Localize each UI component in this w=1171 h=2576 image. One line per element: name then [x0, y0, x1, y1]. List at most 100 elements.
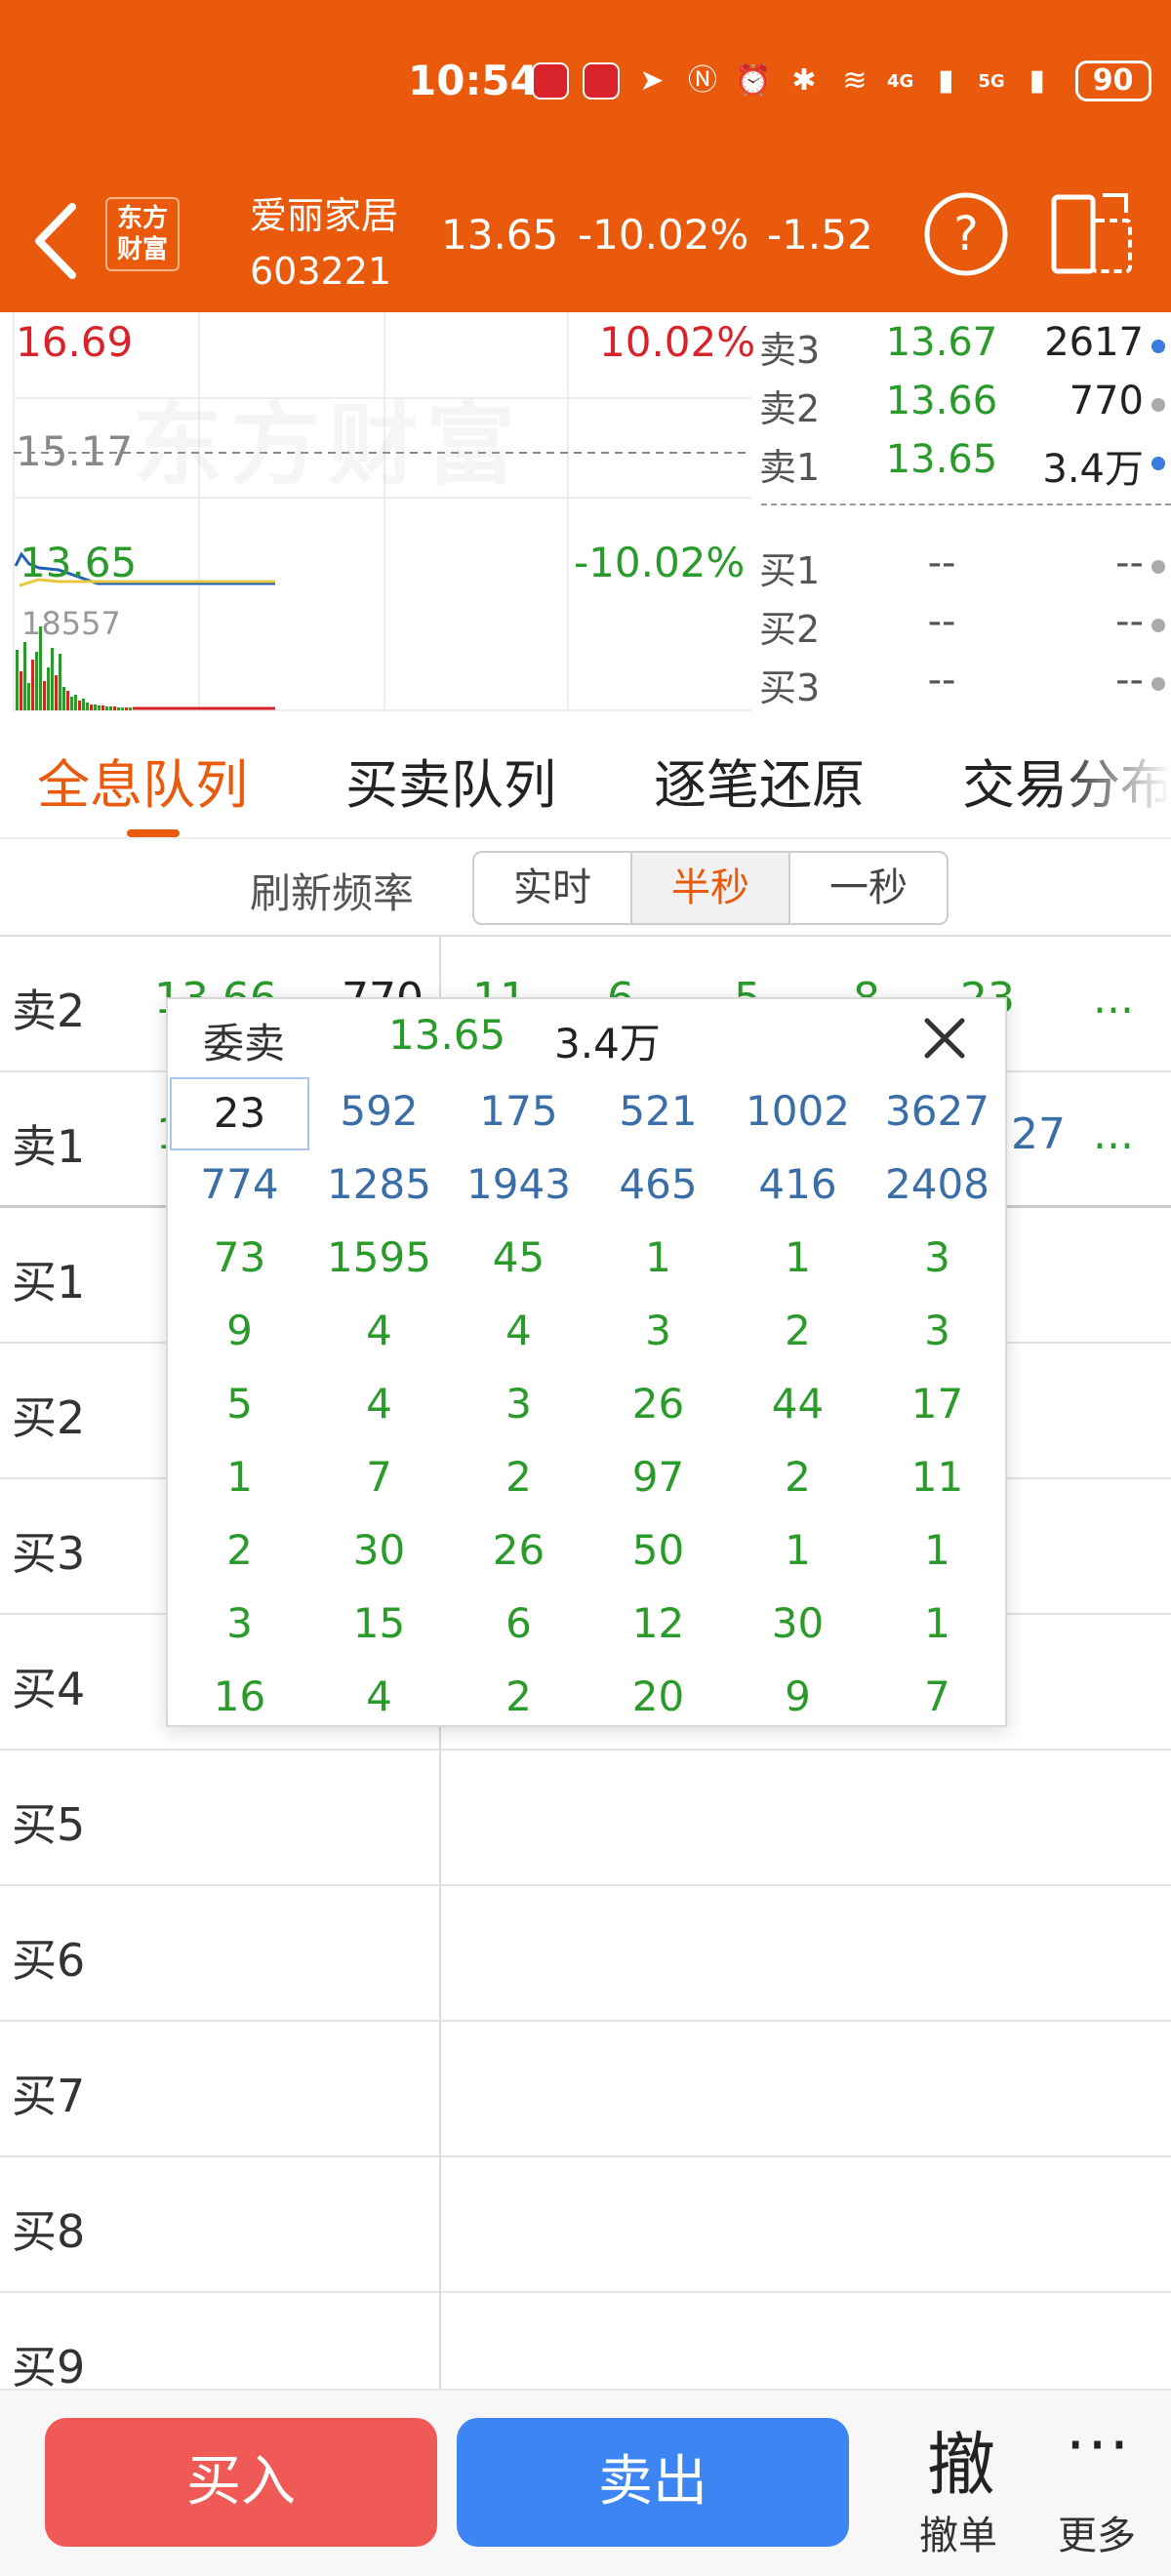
- order-size-cell[interactable]: 26: [588, 1370, 728, 1443]
- order-size-cell[interactable]: 5: [170, 1370, 309, 1443]
- signal-5g-icon: 5G: [978, 70, 1005, 92]
- order-size-cell[interactable]: 30: [309, 1516, 449, 1590]
- order-size-cell[interactable]: 45: [449, 1224, 588, 1297]
- order-size-cell[interactable]: 1002: [728, 1077, 868, 1150]
- order-size-cell[interactable]: 20: [588, 1663, 728, 1736]
- order-size-cell[interactable]: 15: [309, 1590, 449, 1663]
- order-size-cell[interactable]: 1595: [309, 1224, 449, 1297]
- back-arrow-icon[interactable]: [23, 197, 92, 285]
- order-size-cell[interactable]: 1943: [449, 1150, 588, 1224]
- refresh-option-half-second[interactable]: 半秒: [632, 853, 790, 923]
- level-dot-icon: [1151, 457, 1165, 470]
- order-size-cell[interactable]: 4: [449, 1297, 588, 1370]
- send-icon: ➤: [639, 63, 665, 98]
- order-size-cell[interactable]: 2408: [868, 1150, 1007, 1224]
- order-size-cell[interactable]: 1: [868, 1516, 1007, 1590]
- order-size-cell[interactable]: 50: [588, 1516, 728, 1590]
- order-size-cell[interactable]: 30: [728, 1590, 868, 1663]
- queue-more[interactable]: ...: [1093, 974, 1134, 1024]
- order-size-cell[interactable]: 521: [588, 1077, 728, 1150]
- order-size-cell[interactable]: 3: [170, 1590, 309, 1663]
- order-size-cell[interactable]: 1: [728, 1516, 868, 1590]
- more-label[interactable]: 更多: [1058, 2504, 1136, 2560]
- order-size-cell[interactable]: 175: [449, 1077, 588, 1150]
- help-icon[interactable]: ?: [921, 189, 1011, 279]
- order-size-cell[interactable]: 592: [309, 1077, 449, 1150]
- ask-price: 13.65: [885, 437, 998, 482]
- order-size-cell[interactable]: 7: [868, 1663, 1007, 1736]
- order-size-cell[interactable]: 23: [170, 1077, 309, 1150]
- order-size-cell[interactable]: 9: [728, 1663, 868, 1736]
- bid-volume: --: [1115, 541, 1144, 585]
- order-size-cell[interactable]: 2: [449, 1443, 588, 1516]
- order-size-cell[interactable]: 4: [309, 1370, 449, 1443]
- order-size-cell[interactable]: 1: [728, 1224, 868, 1297]
- order-size-cell[interactable]: 416: [728, 1150, 868, 1224]
- refresh-option-one-second[interactable]: 一秒: [790, 853, 947, 923]
- order-size-cell[interactable]: 3: [449, 1370, 588, 1443]
- order-size-cell[interactable]: 2: [728, 1443, 868, 1516]
- order-size-cell[interactable]: 465: [588, 1150, 728, 1224]
- volume-bar: [66, 691, 69, 710]
- order-size-cell[interactable]: 73: [170, 1224, 309, 1297]
- order-size-cell[interactable]: 44: [728, 1370, 868, 1443]
- queue-row[interactable]: 买8: [0, 2157, 1171, 2293]
- order-book[interactable]: 卖3 13.67 2617 卖2 13.66 770 卖1 13.65 3.4万…: [751, 312, 1171, 712]
- order-size-cell[interactable]: 1285: [309, 1150, 449, 1224]
- intraday-chart[interactable]: 东方财富 16.69 10.02% 15.17 13.65 -10.02% 18…: [0, 312, 755, 712]
- bluetooth-icon: ✱: [791, 63, 817, 98]
- cancel-order-icon[interactable]: 撤: [927, 2410, 995, 2509]
- more-icon[interactable]: ···: [1066, 2410, 1131, 2482]
- buy-button[interactable]: 买入: [45, 2418, 437, 2547]
- tab-tick-restore[interactable]: 逐笔还原: [654, 742, 865, 819]
- order-size-cell[interactable]: 26: [449, 1516, 588, 1590]
- stock-name: 爱丽家居: [250, 194, 399, 237]
- tab-fade-overlay: [1054, 720, 1171, 837]
- queue-row[interactable]: 买5: [0, 1751, 1171, 1886]
- order-size-cell[interactable]: 7: [309, 1443, 449, 1516]
- refresh-option-realtime[interactable]: 实时: [474, 853, 632, 923]
- ask-volume: 770: [1069, 379, 1144, 423]
- order-size-cell[interactable]: 2: [170, 1516, 309, 1590]
- order-size-cell[interactable]: 774: [170, 1150, 309, 1224]
- level-dot-icon: [1151, 560, 1165, 574]
- order-size-cell[interactable]: 3: [588, 1297, 728, 1370]
- order-size-cell[interactable]: 9: [170, 1297, 309, 1370]
- cancel-order-label[interactable]: 撤单: [919, 2504, 997, 2560]
- order-size-cell[interactable]: 2: [728, 1297, 868, 1370]
- bid-price: --: [927, 658, 956, 703]
- order-size-cell[interactable]: 11: [868, 1443, 1007, 1516]
- order-size-cell[interactable]: 3627: [868, 1077, 1007, 1150]
- order-size-cell[interactable]: 2: [449, 1663, 588, 1736]
- order-size-cell[interactable]: 1: [868, 1590, 1007, 1663]
- order-size-cell[interactable]: 4: [309, 1297, 449, 1370]
- order-size-cell[interactable]: 12: [588, 1590, 728, 1663]
- order-size-cell[interactable]: 3: [868, 1297, 1007, 1370]
- app-root: 10:54 ➤ Ⓝ ⏰ ✱ ≋ 4G ▮ 5G ▮ 90 东方 财富 爱丽家居 6…: [0, 0, 1171, 2576]
- order-size-cell[interactable]: 97: [588, 1443, 728, 1516]
- tab-buy-sell-queue[interactable]: 买卖队列: [345, 742, 556, 819]
- sell-button[interactable]: 卖出: [457, 2418, 849, 2547]
- order-size-cell[interactable]: 4: [309, 1663, 449, 1736]
- queue-row[interactable]: 买7: [0, 2022, 1171, 2157]
- volume-bar: [101, 705, 104, 710]
- order-size-cell[interactable]: 6: [449, 1590, 588, 1663]
- order-size-cell[interactable]: 1: [170, 1443, 309, 1516]
- volume-bar: [121, 707, 124, 710]
- queue-more[interactable]: ...: [1093, 1109, 1134, 1159]
- queue-row[interactable]: 买6: [0, 1886, 1171, 2022]
- order-size-cell[interactable]: 3: [868, 1224, 1007, 1297]
- level-dot-icon: [1151, 340, 1165, 353]
- queue-row-label: 卖1: [12, 1120, 86, 1173]
- refresh-segmented-control: 实时 半秒 一秒: [472, 851, 949, 925]
- split-screen-icon[interactable]: [1048, 189, 1138, 279]
- close-icon[interactable]: [917, 1011, 972, 1066]
- order-size-cell[interactable]: 1: [588, 1224, 728, 1297]
- order-book-divider: [761, 503, 1171, 505]
- chart-watermark: 东方财富: [133, 393, 524, 498]
- order-size-cell[interactable]: 17: [868, 1370, 1007, 1443]
- tab-indicator: [127, 829, 180, 837]
- order-size-cell[interactable]: 16: [170, 1663, 309, 1736]
- bid-price: --: [927, 541, 956, 585]
- tab-full-queue[interactable]: 全息队列: [37, 742, 248, 819]
